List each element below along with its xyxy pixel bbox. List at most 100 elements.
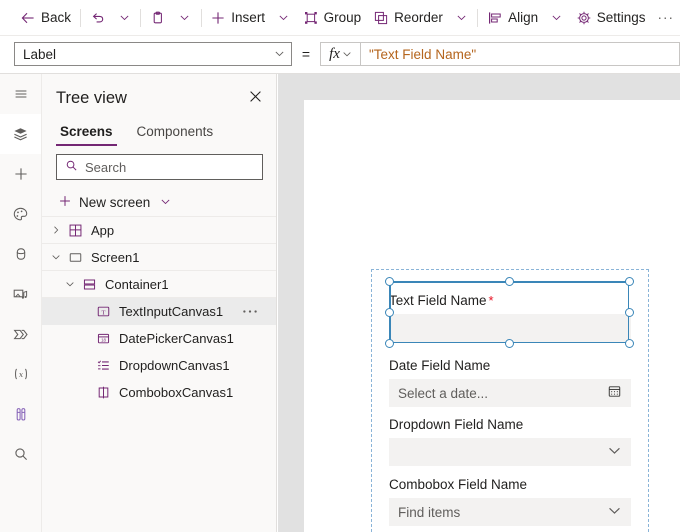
tree-list: App Screen1 Container1 T TextInputCanvas… [42, 217, 276, 406]
insert-button[interactable]: Insert [204, 2, 271, 34]
sidebar-item-variables[interactable]: x [0, 354, 41, 394]
paste-dropdown[interactable] [172, 4, 198, 32]
svg-text:18: 18 [101, 338, 106, 343]
resize-handle-top-center[interactable] [504, 276, 514, 286]
date-picker-control[interactable]: Select a date... [389, 379, 631, 407]
sidebar-item-test[interactable] [0, 394, 41, 434]
chevron-down-icon [278, 12, 289, 23]
divider [200, 8, 202, 27]
divider [477, 8, 479, 27]
align-dropdown[interactable] [544, 4, 570, 32]
search-icon [65, 159, 78, 175]
undo-icon [90, 10, 106, 26]
plus-icon [210, 10, 226, 26]
app-canvas[interactable]: Text Field Name * Date Field Name Select … [304, 100, 680, 532]
paste-button[interactable] [144, 2, 172, 34]
tree-item-dropdowncanvas1[interactable]: DropdownCanvas1 [42, 352, 276, 379]
tree-item-label: App [91, 222, 115, 238]
close-button[interactable] [244, 87, 266, 109]
divider [80, 8, 81, 27]
chevron-down-icon [456, 12, 467, 23]
sidebar-item-power-automate[interactable] [0, 314, 41, 354]
tab-components[interactable]: Components [133, 124, 218, 146]
tree-item-label: ComboboxCanvas1 [119, 385, 234, 400]
reorder-icon [373, 10, 389, 26]
tree-item-label: Container1 [105, 276, 169, 292]
calendar-icon[interactable] [607, 384, 622, 402]
field-date-picker[interactable]: Date Field Name Select a date... [371, 358, 649, 407]
chevron-down-icon[interactable] [62, 279, 78, 289]
tree-item-context-menu-button[interactable] [242, 298, 258, 325]
reorder-button[interactable]: Reorder [367, 2, 449, 34]
combobox-placeholder: Find items [398, 504, 461, 520]
left-icon-rail: x [0, 74, 42, 532]
sidebar-item-tree-view[interactable] [0, 114, 41, 154]
hamburger-menu-button[interactable] [0, 74, 41, 114]
chevron-down-icon[interactable] [48, 252, 64, 262]
resize-handle-bottom-right[interactable] [624, 338, 634, 348]
tree-item-app[interactable]: App [42, 217, 276, 244]
tree-item-screen1[interactable]: Screen1 [42, 244, 276, 271]
svg-text:x: x [18, 370, 23, 379]
back-button[interactable]: Back [14, 2, 77, 34]
field-combobox[interactable]: Combobox Field Name Find items [371, 477, 649, 526]
date-picker-placeholder: Select a date... [398, 385, 489, 401]
sidebar-item-data[interactable] [0, 234, 41, 274]
sidebar-item-insert[interactable] [0, 154, 41, 194]
tree-view-tabs: Screens Components [42, 114, 276, 146]
align-label: Align [508, 10, 539, 25]
resize-handle-bottom-center[interactable] [504, 338, 514, 348]
chevron-down-icon [342, 47, 352, 62]
close-icon [249, 90, 262, 106]
tree-item-label: Screen1 [91, 249, 140, 265]
text-input-icon: T [92, 304, 114, 319]
overflow-menu-button[interactable]: ··· [651, 2, 680, 34]
resize-handle-middle-left[interactable] [384, 307, 394, 317]
tree-item-comboboxcanvas1[interactable]: ComboboxCanvas1 [42, 379, 276, 406]
combobox-control[interactable]: Find items [389, 498, 631, 526]
tree-item-textinputcanvas1[interactable]: T TextInputCanvas1 [42, 298, 276, 325]
property-select[interactable]: Label [14, 42, 292, 66]
align-icon [487, 10, 503, 26]
settings-button[interactable]: Settings [570, 2, 652, 34]
tree-item-label: DatePickerCanvas1 [119, 331, 234, 346]
chevron-down-icon[interactable] [607, 503, 622, 521]
sidebar-item-media[interactable] [0, 274, 41, 314]
canvas-workspace: Text Field Name * Date Field Name Select … [278, 74, 680, 532]
new-screen-button[interactable]: New screen [42, 189, 276, 217]
chevron-down-icon [274, 47, 285, 62]
field-dropdown[interactable]: Dropdown Field Name [371, 417, 649, 466]
powerapps-studio: Back Insert Group Reorder Align Settings… [0, 0, 680, 532]
chevron-down-icon[interactable] [607, 443, 622, 461]
formula-input[interactable]: "Text Field Name" [360, 42, 680, 66]
search-input[interactable]: Search [56, 154, 263, 180]
fx-button[interactable]: fx [320, 42, 360, 66]
sidebar-item-search[interactable] [0, 434, 41, 474]
search-icon [13, 446, 29, 462]
sidebar-item-theme[interactable] [0, 194, 41, 234]
back-label: Back [41, 10, 72, 25]
tree-item-label: DropdownCanvas1 [119, 358, 230, 373]
group-button[interactable]: Group [297, 2, 368, 34]
field-label: Dropdown Field Name [389, 417, 524, 432]
chevron-right-icon[interactable] [48, 225, 64, 235]
divider [140, 8, 142, 27]
dropdown-control[interactable] [389, 438, 631, 466]
tree-item-datepickercanvas1[interactable]: 18 DatePickerCanvas1 [42, 325, 276, 352]
tab-screens[interactable]: Screens [56, 124, 117, 146]
insert-dropdown[interactable] [271, 4, 297, 32]
align-button[interactable]: Align [481, 2, 544, 34]
plus-insert-icon [13, 166, 29, 182]
tree-view-panel: Tree view Screens Components Search New … [42, 74, 277, 532]
tree-item-container1[interactable]: Container1 [42, 271, 276, 298]
settings-label: Settings [596, 10, 646, 25]
container-icon [78, 277, 100, 292]
resize-handle-top-right[interactable] [624, 276, 634, 286]
reorder-dropdown[interactable] [449, 4, 475, 32]
arrow-left-icon [20, 10, 36, 26]
undo-dropdown[interactable] [112, 4, 138, 32]
resize-handle-bottom-left[interactable] [384, 338, 394, 348]
undo-button[interactable] [84, 2, 112, 34]
resize-handle-middle-right[interactable] [624, 307, 634, 317]
resize-handle-top-left[interactable] [384, 276, 394, 286]
